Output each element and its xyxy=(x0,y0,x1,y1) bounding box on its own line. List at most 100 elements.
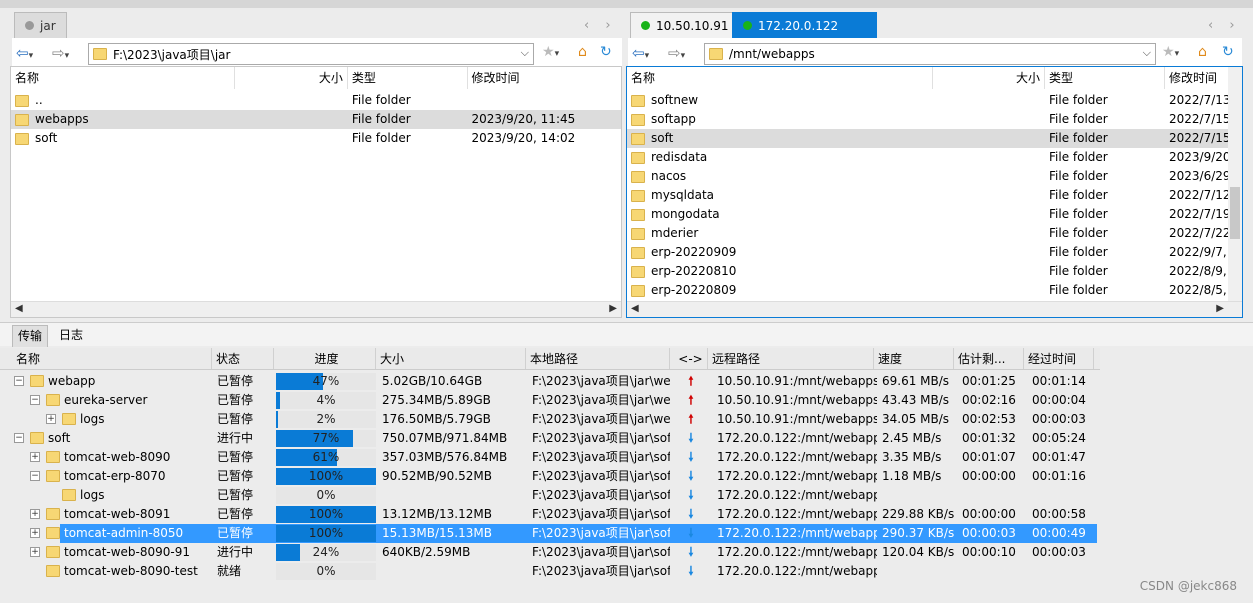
col-direction[interactable]: <-> xyxy=(670,348,708,369)
tab-server-2[interactable]: 172.20.0.122 xyxy=(732,12,878,38)
transfer-row[interactable]: + tomcat-admin-8050 已暂停 100% 15.13MB/15.13MB… xyxy=(0,524,1253,543)
horizontal-scrollbar[interactable]: ◀ ▶ xyxy=(627,301,1242,317)
transfer-speed: 3.35 MB/s xyxy=(882,450,942,464)
progress-percent: 100% xyxy=(308,507,344,521)
tree-expander-icon[interactable]: − xyxy=(14,376,24,386)
transfer-row[interactable]: + tomcat-web-8090-91 进行中 24% 640KB/2.59MB F:\… xyxy=(0,543,1253,562)
tree-expander-icon[interactable]: − xyxy=(14,433,24,443)
scroll-right-icon[interactable]: ▶ xyxy=(609,303,617,314)
transfer-row[interactable]: tomcat-web-8090-test 就绪 0% F:\2023\java项目\j… xyxy=(0,562,1253,581)
tab-scroll-arrows-icon[interactable]: ‹ › xyxy=(584,18,617,33)
scroll-right-icon[interactable]: ▶ xyxy=(1216,303,1224,314)
transfer-row[interactable]: − tomcat-erp-8070 已暂停 100% 90.52MB/90.52MB F:… xyxy=(0,467,1253,486)
folder-icon xyxy=(631,189,645,202)
col-name[interactable]: 名称 xyxy=(11,67,236,89)
transfer-row[interactable]: − webapp 已暂停 47% 5.02GB/10.64GB F:\2023\java项… xyxy=(0,372,1253,391)
file-row[interactable]: mysqldata File folder 2022/7/12, xyxy=(627,186,1242,205)
file-name: mysqldata xyxy=(651,188,715,202)
tree-expander-icon[interactable]: + xyxy=(46,414,56,424)
file-row[interactable]: erp-20220809 File folder 2022/8/5, xyxy=(627,281,1242,300)
tab-transfer[interactable]: 传输 xyxy=(12,325,49,347)
file-row[interactable]: erp-20220909 File folder 2022/9/7, xyxy=(627,243,1242,262)
tree-expander-icon[interactable]: + xyxy=(30,528,40,538)
col-size[interactable]: 大小 xyxy=(376,348,526,369)
col-type[interactable]: 类型 xyxy=(348,67,468,89)
col-status[interactable]: 状态 xyxy=(212,348,274,369)
file-type: File folder xyxy=(351,131,411,145)
file-row[interactable]: mderier File folder 2022/7/22, xyxy=(627,224,1242,243)
tree-expander-icon[interactable]: + xyxy=(30,509,40,519)
transfer-row[interactable]: + logs 已暂停 2% 176.50MB/5.79GB F:\2023\java项目\… xyxy=(0,410,1253,429)
transfer-row[interactable]: + tomcat-web-8090 已暂停 61% 357.03MB/576.84MB F… xyxy=(0,448,1253,467)
transfer-row[interactable]: + tomcat-web-8091 已暂停 100% 13.12MB/13.12MB F:… xyxy=(0,505,1253,524)
col-name[interactable]: 名称 xyxy=(0,348,212,369)
scroll-left-icon[interactable]: ◀ xyxy=(631,303,639,314)
col-type[interactable]: 类型 xyxy=(1045,67,1165,89)
col-local-path[interactable]: 本地路径 xyxy=(526,348,670,369)
col-size[interactable]: 大小 xyxy=(933,67,1045,89)
remote-path-input[interactable]: /mnt/webapps ⌵ xyxy=(704,43,1156,65)
file-row[interactable]: soft File folder 2023/9/20, 14:02 xyxy=(11,129,621,148)
col-modified[interactable]: 修改时间 xyxy=(468,67,621,89)
vertical-scrollbar[interactable] xyxy=(1228,67,1242,303)
chevron-down-icon[interactable]: ⌵ xyxy=(521,46,529,60)
tab-log[interactable]: 日志 xyxy=(54,325,88,347)
home-icon[interactable]: ⌂ xyxy=(1198,44,1207,60)
connected-dot-icon xyxy=(641,21,650,30)
transfer-row[interactable]: logs 已暂停 0% F:\2023\java项目\jar\sof... 🠗 172.2… xyxy=(0,486,1253,505)
file-row[interactable]: softapp File folder 2022/7/15, xyxy=(627,110,1242,129)
forward-arrow-icon[interactable]: ⇨▾ xyxy=(52,44,69,62)
chevron-down-icon[interactable]: ⌵ xyxy=(1143,46,1151,60)
file-row[interactable]: soft File folder 2022/7/15, xyxy=(627,129,1242,148)
transfer-row[interactable]: − soft 进行中 77% 750.07MB/971.84MB F:\2023\java… xyxy=(0,429,1253,448)
file-type: File folder xyxy=(1049,245,1108,259)
back-arrow-icon[interactable]: ⇦▾ xyxy=(632,44,649,62)
tree-expander-icon[interactable]: + xyxy=(30,547,40,557)
tab-server-1[interactable]: 10.50.10.91 xyxy=(630,12,740,38)
file-row[interactable]: .. File folder xyxy=(11,91,621,110)
progress-percent: 77% xyxy=(312,431,340,445)
transfer-name: tomcat-web-8090 xyxy=(64,450,171,464)
horizontal-scrollbar[interactable]: ◀ ▶ xyxy=(11,301,621,317)
file-row[interactable]: mongodata File folder 2022/7/19, xyxy=(627,205,1242,224)
col-name[interactable]: 名称 xyxy=(627,67,933,89)
progress-bar: 2% xyxy=(276,411,376,428)
file-row[interactable]: erp-20220810 File folder 2022/8/9, xyxy=(627,262,1242,281)
tree-expander-icon[interactable]: − xyxy=(30,395,40,405)
transfer-row[interactable]: − eureka-server 已暂停 4% 275.34MB/5.89GB F:\202… xyxy=(0,391,1253,410)
file-row[interactable]: redisdata File folder 2023/9/20, xyxy=(627,148,1242,167)
bookmark-star-icon[interactable]: ★▾ xyxy=(1162,44,1179,60)
folder-icon xyxy=(30,432,44,444)
tree-expander-icon[interactable]: − xyxy=(30,471,40,481)
file-row[interactable]: webapps File folder 2023/9/20, 11:45 xyxy=(11,110,621,129)
tab-scroll-arrows-icon[interactable]: ‹ › xyxy=(1208,18,1241,33)
col-eta[interactable]: 估计剩... xyxy=(954,348,1024,369)
progress-percent: 100% xyxy=(308,526,344,540)
col-remote-path[interactable]: 远程路径 xyxy=(708,348,874,369)
col-elapsed[interactable]: 经过时间 xyxy=(1024,348,1094,369)
scroll-left-icon[interactable]: ◀ xyxy=(15,303,23,314)
refresh-icon[interactable]: ↻ xyxy=(600,44,612,60)
transfer-status: 已暂停 xyxy=(217,507,254,521)
tab-local-jar[interactable]: jar xyxy=(14,12,67,38)
transfer-speed: 1.18 MB/s xyxy=(882,469,942,483)
back-arrow-icon[interactable]: ⇦▾ xyxy=(16,44,33,62)
transfer-elapsed: 00:00:03 xyxy=(1032,412,1086,426)
file-row[interactable]: nacos File folder 2023/6/29, xyxy=(627,167,1242,186)
tree-expander-icon[interactable]: + xyxy=(30,452,40,462)
col-modified[interactable]: 修改时间 xyxy=(1165,67,1235,89)
local-path-input[interactable]: F:\2023\java项目\jar ⌵ xyxy=(88,43,534,65)
file-name: mongodata xyxy=(651,207,720,221)
file-row[interactable]: softnew File folder 2022/7/13, xyxy=(627,91,1242,110)
file-name: erp-20220909 xyxy=(651,245,737,259)
home-icon[interactable]: ⌂ xyxy=(578,44,587,60)
col-speed[interactable]: 速度 xyxy=(874,348,954,369)
col-size[interactable]: 大小 xyxy=(235,67,348,89)
bookmark-star-icon[interactable]: ★▾ xyxy=(542,44,559,60)
transfer-name: tomcat-web-8091 xyxy=(64,507,171,521)
refresh-icon[interactable]: ↻ xyxy=(1222,44,1234,60)
file-name: redisdata xyxy=(651,150,708,164)
forward-arrow-icon[interactable]: ⇨▾ xyxy=(668,44,685,62)
col-progress[interactable]: 进度 xyxy=(274,348,376,369)
folder-icon xyxy=(15,113,29,126)
